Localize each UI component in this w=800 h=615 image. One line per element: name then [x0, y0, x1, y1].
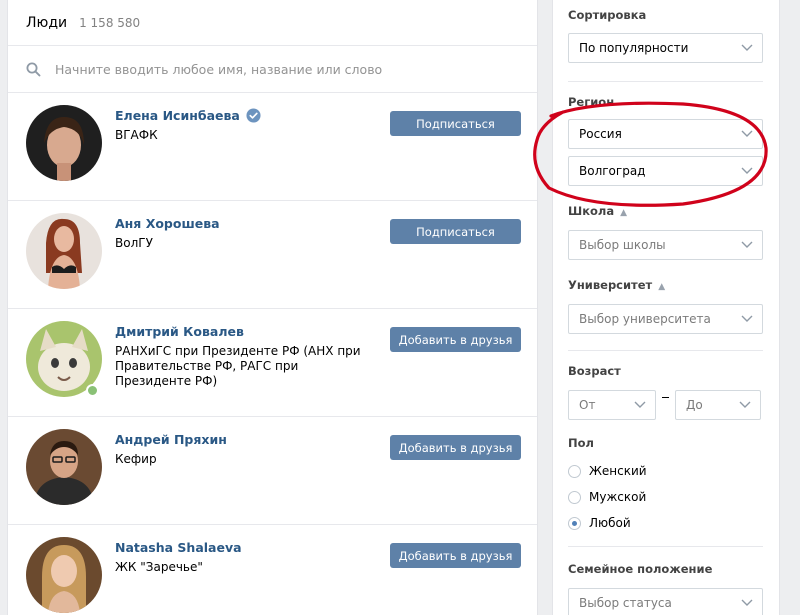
person-info: Natasha Shalaeva ЖК "Заречье" [115, 540, 365, 575]
country-select[interactable]: Россия [568, 119, 763, 149]
sort-select[interactable]: По популярности [568, 33, 763, 63]
verified-icon [246, 108, 261, 123]
university-select[interactable]: Выбор университета [568, 304, 763, 334]
list-item: Андрей Пряхин Кефир Добавить в друзья [8, 417, 537, 525]
radio-icon [568, 464, 581, 478]
person-info: Аня Хорошева ВолГУ [115, 216, 365, 251]
online-indicator [86, 384, 99, 397]
chevron-down-icon [634, 401, 646, 408]
gender-label: Пол [568, 436, 594, 450]
school-label[interactable]: Школа ▲ [568, 204, 627, 218]
person-subtitle: ЖК "Заречье" [115, 560, 203, 574]
chevron-down-icon [741, 44, 753, 51]
university-label[interactable]: Университет ▲ [568, 278, 665, 292]
avatar[interactable] [26, 537, 102, 613]
person-name[interactable]: Дмитрий Ковалев [115, 324, 244, 339]
person-info: Елена Исинбаева ВГАФК [115, 108, 365, 143]
region-label: Регион [568, 95, 615, 109]
chevron-down-icon [741, 130, 753, 137]
sort-label: Сортировка [568, 8, 647, 22]
subscribe-button[interactable]: Подписаться [390, 219, 521, 244]
range-dash [662, 397, 669, 398]
chevron-down-icon [741, 241, 753, 248]
person-name[interactable]: Natasha Shalaeva [115, 540, 242, 555]
chevron-down-icon [741, 599, 753, 606]
divider [568, 350, 763, 351]
list-item: Елена Исинбаева ВГАФК Подписаться [8, 93, 537, 201]
chevron-down-icon [741, 167, 753, 174]
people-search-panel: Люди 1 158 580 Начните вводить любое имя… [7, 0, 538, 615]
divider [568, 81, 763, 82]
list-item: Natasha Shalaeva ЖК "Заречье" Добавить в… [8, 525, 537, 615]
person-subtitle: РАНХиГС при Президенте РФ (АНХ при Прави… [115, 344, 361, 388]
person-name[interactable]: Андрей Пряхин [115, 432, 227, 447]
filters-sidebar: Сортировка По популярности Регион Россия… [552, 0, 780, 615]
search-icon [26, 62, 41, 76]
avatar[interactable] [26, 213, 102, 289]
radio-icon [568, 490, 581, 504]
chevron-down-icon [739, 401, 751, 408]
gender-option-male[interactable]: Мужской [568, 490, 646, 504]
family-label: Семейное положение [568, 562, 713, 576]
person-info: Андрей Пряхин Кефир [115, 432, 365, 467]
family-status-select[interactable]: Выбор статуса [568, 588, 763, 615]
search-input[interactable]: Начните вводить любое имя, название или … [55, 62, 382, 77]
person-subtitle: ВолГУ [115, 236, 153, 250]
person-name[interactable]: Аня Хорошева [115, 216, 220, 231]
people-list: Елена Исинбаева ВГАФК Подписаться Аня Хо… [8, 93, 537, 615]
subscribe-button[interactable]: Подписаться [390, 111, 521, 136]
person-info: Дмитрий Ковалев РАНХиГС при Президенте Р… [115, 324, 365, 389]
person-subtitle: Кефир [115, 452, 157, 466]
avatar[interactable] [26, 105, 102, 181]
school-select[interactable]: Выбор школы [568, 230, 763, 260]
age-from-select[interactable]: От [568, 390, 656, 420]
gender-option-any[interactable]: Любой [568, 516, 631, 530]
caret-up-icon: ▲ [658, 282, 666, 292]
chevron-down-icon [741, 315, 753, 322]
add-friend-button[interactable]: Добавить в друзья [390, 543, 521, 568]
page-title: Люди [26, 14, 68, 31]
gender-option-female[interactable]: Женский [568, 464, 647, 478]
list-item: Аня Хорошева ВолГУ Подписаться [8, 201, 537, 309]
radio-checked-icon [568, 516, 581, 530]
add-friend-button[interactable]: Добавить в друзья [390, 435, 521, 460]
person-name[interactable]: Елена Исинбаева [115, 108, 261, 123]
avatar[interactable] [26, 429, 102, 505]
caret-up-icon: ▲ [620, 208, 628, 218]
age-label: Возраст [568, 364, 621, 378]
search-bar[interactable]: Начните вводить любое имя, название или … [8, 46, 537, 93]
city-select[interactable]: Волгоград [568, 156, 763, 186]
page-header: Люди 1 158 580 [8, 0, 537, 46]
age-to-select[interactable]: До [675, 390, 761, 420]
page-background-strip [780, 0, 800, 615]
list-item: Дмитрий Ковалев РАНХиГС при Президенте Р… [8, 309, 537, 417]
divider [568, 546, 763, 547]
results-count: 1 158 580 [79, 15, 141, 30]
person-subtitle: ВГАФК [115, 128, 158, 142]
add-friend-button[interactable]: Добавить в друзья [390, 327, 521, 352]
